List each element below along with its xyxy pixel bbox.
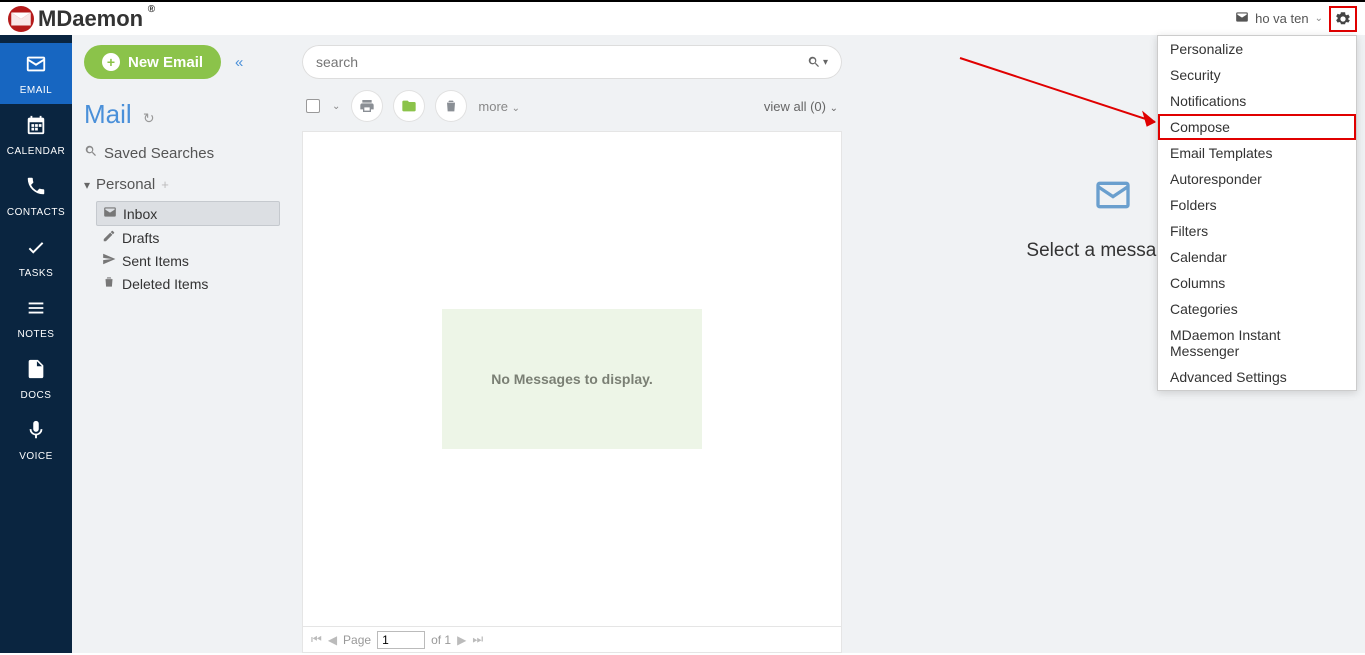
more-button[interactable]: more ⌄ bbox=[478, 99, 520, 114]
pager: ⏮ ◀ Page of 1 ▶ ⏭ bbox=[302, 627, 842, 653]
rail-label: TASKS bbox=[19, 268, 54, 279]
saved-searches[interactable]: Saved Searches bbox=[84, 144, 280, 162]
collapse-sidebar-button[interactable]: « bbox=[235, 54, 243, 71]
inbox-icon bbox=[103, 205, 117, 222]
folder-deleted[interactable]: Deleted Items bbox=[96, 272, 280, 295]
menu-compose[interactable]: Compose bbox=[1158, 114, 1356, 140]
saved-searches-label: Saved Searches bbox=[104, 145, 214, 162]
rail-label: EMAIL bbox=[20, 85, 53, 96]
folder-label: Inbox bbox=[123, 206, 157, 222]
top-right: ho va ten ⌄ bbox=[1235, 6, 1357, 32]
select-caret-icon[interactable]: ⌄ bbox=[332, 101, 340, 112]
rail-email[interactable]: EMAIL bbox=[0, 43, 72, 104]
menu-email-templates[interactable]: Email Templates bbox=[1158, 140, 1356, 166]
sidebar: + New Email « Mail ↻ Saved Searches ▾ Pe… bbox=[72, 35, 292, 653]
envelope-icon bbox=[0, 53, 72, 81]
envelope-icon bbox=[1093, 175, 1133, 220]
sent-icon bbox=[102, 252, 116, 269]
personal-row[interactable]: ▾ Personal + bbox=[84, 176, 280, 193]
user-name[interactable]: ho va ten bbox=[1255, 11, 1309, 26]
pager-page-label: Page bbox=[343, 633, 371, 647]
inbox-mini-icon bbox=[1235, 10, 1249, 27]
folder-sent[interactable]: Sent Items bbox=[96, 249, 280, 272]
settings-gear-button[interactable] bbox=[1329, 6, 1357, 32]
view-all-button[interactable]: view all (0) ⌄ bbox=[764, 99, 838, 114]
new-email-button[interactable]: + New Email bbox=[84, 45, 221, 79]
mic-icon bbox=[0, 419, 72, 447]
doc-icon bbox=[0, 358, 72, 386]
settings-menu: Personalize Security Notifications Compo… bbox=[1157, 35, 1357, 391]
folder-label: Drafts bbox=[122, 230, 159, 246]
pager-last-icon[interactable]: ⏭ bbox=[472, 632, 483, 647]
menu-categories[interactable]: Categories bbox=[1158, 296, 1356, 322]
open-folder-button[interactable] bbox=[394, 91, 424, 121]
personal-label: Personal bbox=[96, 176, 155, 193]
logo-icon bbox=[8, 6, 34, 32]
pager-next-icon[interactable]: ▶ bbox=[457, 633, 466, 647]
no-messages-box: No Messages to display. bbox=[442, 309, 702, 449]
search-icon bbox=[84, 144, 98, 162]
rail-calendar[interactable]: CALENDAR bbox=[0, 104, 72, 165]
menu-advanced-settings[interactable]: Advanced Settings bbox=[1158, 364, 1356, 390]
no-messages-text: No Messages to display. bbox=[491, 369, 653, 390]
message-list: No Messages to display. bbox=[302, 131, 842, 627]
rail-label: DOCS bbox=[21, 390, 52, 401]
rail-label: CALENDAR bbox=[7, 146, 65, 157]
phone-icon bbox=[0, 175, 72, 203]
rail-contacts[interactable]: CONTACTS bbox=[0, 165, 72, 226]
pencil-icon bbox=[102, 229, 116, 246]
rail-docs[interactable]: DOCS bbox=[0, 348, 72, 409]
logo-text: MDaemon® bbox=[38, 6, 143, 32]
pager-first-icon[interactable]: ⏮ bbox=[311, 632, 322, 647]
rail-notes[interactable]: NOTES bbox=[0, 287, 72, 348]
list-icon bbox=[0, 297, 72, 325]
menu-instant-messenger[interactable]: MDaemon Instant Messenger bbox=[1158, 322, 1356, 364]
folder-inbox[interactable]: Inbox bbox=[96, 201, 280, 226]
search-input[interactable] bbox=[316, 54, 807, 70]
menu-folders[interactable]: Folders bbox=[1158, 192, 1356, 218]
mail-title: Mail ↻ bbox=[84, 99, 280, 130]
logo: MDaemon® bbox=[8, 6, 143, 32]
folder-drafts[interactable]: Drafts bbox=[96, 226, 280, 249]
menu-personalize[interactable]: Personalize bbox=[1158, 36, 1356, 62]
list-toolbar: ⌄ more ⌄ view all (0) ⌄ bbox=[306, 91, 838, 121]
new-email-label: New Email bbox=[128, 54, 203, 71]
folder-label: Sent Items bbox=[122, 253, 189, 269]
chevron-down-icon: ▾ bbox=[84, 178, 90, 192]
top-bar: MDaemon® ho va ten ⌄ bbox=[0, 0, 1365, 35]
refresh-icon[interactable]: ↻ bbox=[143, 110, 155, 126]
rail-label: VOICE bbox=[19, 451, 53, 462]
plus-icon: + bbox=[102, 53, 120, 71]
search-icon[interactable]: ▾ bbox=[807, 55, 828, 69]
menu-filters[interactable]: Filters bbox=[1158, 218, 1356, 244]
rail-voice[interactable]: VOICE bbox=[0, 409, 72, 470]
menu-security[interactable]: Security bbox=[1158, 62, 1356, 88]
menu-calendar[interactable]: Calendar bbox=[1158, 244, 1356, 270]
delete-button[interactable] bbox=[436, 91, 466, 121]
folder-label: Deleted Items bbox=[122, 276, 208, 292]
menu-autoresponder[interactable]: Autoresponder bbox=[1158, 166, 1356, 192]
rail-label: NOTES bbox=[18, 329, 55, 340]
menu-columns[interactable]: Columns bbox=[1158, 270, 1356, 296]
menu-notifications[interactable]: Notifications bbox=[1158, 88, 1356, 114]
pager-prev-icon[interactable]: ◀ bbox=[328, 633, 337, 647]
select-all-checkbox[interactable] bbox=[306, 99, 320, 113]
search-bar[interactable]: ▾ bbox=[302, 45, 842, 79]
left-rail: EMAIL CALENDAR CONTACTS TASKS NOTES DOCS… bbox=[0, 35, 72, 653]
check-icon bbox=[0, 236, 72, 264]
add-folder-icon[interactable]: + bbox=[161, 177, 169, 192]
calendar-icon bbox=[0, 114, 72, 142]
trash-icon bbox=[102, 275, 116, 292]
message-list-column: ▾ ⌄ more ⌄ view all (0) ⌄ No Messages to… bbox=[302, 45, 842, 653]
rail-tasks[interactable]: TASKS bbox=[0, 226, 72, 287]
rail-label: CONTACTS bbox=[7, 207, 65, 218]
pager-of-label: of 1 bbox=[431, 633, 451, 647]
folder-tree: Inbox Drafts Sent Items Deleted Items bbox=[84, 201, 280, 295]
user-caret-icon[interactable]: ⌄ bbox=[1315, 13, 1323, 24]
pager-page-input[interactable] bbox=[377, 631, 425, 649]
print-button[interactable] bbox=[352, 91, 382, 121]
